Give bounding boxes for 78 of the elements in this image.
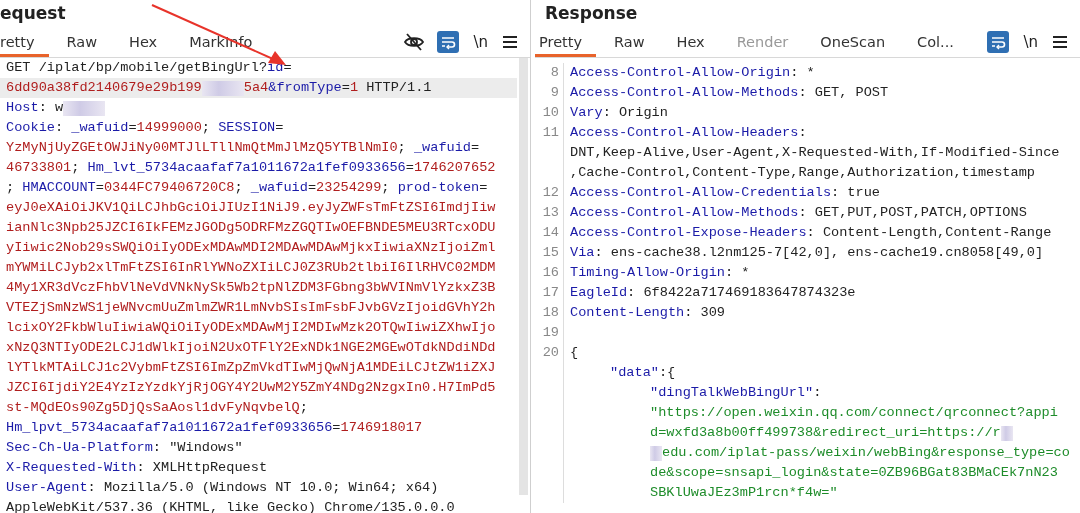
tab[interactable]: Pretty — [535, 26, 596, 57]
code-line: st-MQdEOs90Zg5DjQsSaAosl1dvFyNqvbelQ; — [6, 400, 308, 415]
code-line: ,Cache-Control,Content-Type,Range,Authorization,timestamp — [570, 165, 1035, 180]
redacted-blur — [650, 445, 662, 461]
word-wrap-icon[interactable] — [437, 30, 460, 53]
code-line: 4My1XR3dVczFhbVlNeVdVNkNySk5Wb2tpNlZDM3FGbng3bWVINmVlYzkxZ3B — [6, 280, 496, 295]
line-number: 16 — [542, 265, 559, 280]
code-line: de&scope=snsapi_login&state=0ZB96BGat83BMaCEk7nN23 — [650, 465, 1058, 480]
code-line: lYTlkMTAiLCJ1c2VybmFtZSI6ImZpZmVkdTIwMjQwNjA1MDEiLCJtZW1iZXJ — [6, 360, 496, 375]
code-line: Access-Control-Allow-Credentials: true — [570, 185, 880, 200]
code-line: { — [570, 345, 579, 360]
code-line: Access-Control-Allow-Methods: GET, POST — [570, 85, 889, 100]
panel-title: Response — [544, 2, 639, 25]
code-line: yIiwic2Nob29sSWQiOiIyODExMDAwMDI2MDAwMDAwMjkxIiwiaXNzIjoiZml — [6, 240, 496, 255]
code-line: X-Requested-With: XMLHttpRequest — [6, 460, 268, 475]
line-number: 8 — [550, 65, 559, 80]
line-number: 15 — [542, 245, 559, 260]
code-line: eyJ0eXAiOiJKV1QiLCJhbGciOiJIUzI1NiJ9.eyJyZWFsTmFtZSI6ImdjIiw — [6, 200, 496, 215]
code-line: VTEZjSmNzWS1jeWNvcmUuZmlmZWR1LmNvbSIsImFsbFJvbGVzIjoidGVhY2h — [6, 300, 496, 315]
line-number: 11 — [542, 125, 559, 140]
word-wrap-icon[interactable] — [987, 30, 1010, 53]
code-line: lcixOY2FkbWluIiwiaWQiOiIyODExMDAwMjI2MDIwMzk2OTQwIiwiZXhwIjo — [6, 320, 496, 335]
code-line: ianNlc3Npb25JZCI6IkFEMzJGODg5ODRFMzZGQTIwOEFBNDE5MEU3RTcxODU — [6, 220, 496, 235]
code-text: 5a4&fromType=1 HTTP/1.1 — [243, 79, 432, 97]
line-number: 13 — [542, 205, 559, 220]
code-line: Sec-Ch-Ua-Platform: "Windows" — [6, 440, 243, 455]
newline-toggle[interactable]: \n — [471, 32, 490, 51]
redacted-blur — [1000, 425, 1013, 441]
code-line: EagleId: 6f8422a717469183647874323e — [570, 285, 856, 300]
tab[interactable]: Col... — [903, 26, 968, 57]
line-number: 20 — [542, 345, 559, 360]
code-text: edu.com/iplat-pass/weixin/webBing&response_type=co — [662, 444, 1070, 462]
code-line: Access-Control-Allow-Origin: * — [570, 65, 815, 80]
code-line: Access-Control-Expose-Headers: Content-Length,Content-Range — [570, 225, 1052, 240]
redacted-blur — [63, 100, 106, 116]
code-text: 6dd90a38fd2140679e29b199 — [6, 79, 202, 97]
line-number: 18 — [542, 305, 559, 320]
code-line: AppleWebKit/537.36 (KHTML, like Gecko) Chrome/135.0.0.0 — [6, 500, 455, 513]
scrollbar[interactable] — [519, 58, 528, 495]
newline-toggle[interactable]: \n — [1021, 32, 1040, 51]
menu-icon[interactable] — [502, 34, 518, 49]
code-line: mYWMiLCJyb2xlTmFtZSI6InRlYWNoZXIiLCJ0Z3RUb2tlbiI6IlRHVC02MDM — [6, 260, 496, 275]
line-number: 12 — [542, 185, 559, 200]
tab[interactable]: Raw — [52, 26, 112, 57]
tab[interactable]: Hex — [115, 26, 172, 57]
code-text: d=wxfd3a8b00ff499738&redirect_uri=https://r — [650, 424, 1001, 442]
code-line: xNzQ3NTIyODE2LCJ1dWlkIjoiN2UxOTFlY2ExNDk1NGE2MGEwOTdkNDdiNDd — [6, 340, 496, 355]
code-line: YzMyNjUyZGEtOWJiNy00MTJlLTllNmQtMmJlMzQ5YTBlNmI0; _wafuid= — [6, 140, 480, 155]
line-number: 9 — [550, 85, 559, 100]
code-line: Access-Control-Allow-Headers: — [570, 125, 807, 140]
code-line: Via: ens-cache38.l2nm125-7[42,0], ens-cache19.cn8058[49,0] — [570, 245, 1044, 260]
code-line: Content-Length: 309 — [570, 305, 725, 320]
line-number: 14 — [542, 225, 559, 240]
line-number: 19 — [542, 325, 559, 340]
tab[interactable]: retty — [0, 26, 49, 57]
code-line: DNT,Keep-Alive,User-Agent,X-Requested-With,If-Modified-Since — [570, 145, 1060, 160]
code-line: Timing-Allow-Origin: * — [570, 265, 750, 280]
redacted-blur — [201, 80, 244, 96]
code-line: Hm_lpvt_5734acaafaf7a1011672a1fef0933656=1746918017 — [6, 420, 423, 435]
code-line: SBKlUwaJEz3mP1rcn*f4w=" — [650, 485, 838, 500]
code-line: "https://open.weixin.qq.com/connect/qrconnect?appi — [650, 405, 1058, 420]
code-line: "data":{ — [610, 365, 676, 380]
code-line: User-Agent: Mozilla/5.0 (Windows NT 10.0; Win64; x64) — [6, 480, 439, 495]
code-line: Access-Control-Allow-Methods: GET,PUT,POST,PATCH,OPTIONS — [570, 205, 1027, 220]
code-text: Host: w — [6, 99, 64, 117]
line-number: 17 — [542, 285, 559, 300]
code-line: "dingTalkWebBingUrl": — [650, 385, 822, 400]
line-number: 10 — [542, 105, 559, 120]
tab[interactable]: Hex — [662, 26, 719, 57]
code-line: ; HMACCOUNT=0344FC79406720C8; _wafuid=23254299; prod-token= — [6, 180, 488, 195]
panel-title: equest — [0, 2, 67, 25]
code-line: Vary: Origin — [570, 105, 668, 120]
tab[interactable]: OneScan — [806, 26, 900, 57]
code-line: 46733801; Hm_lvt_5734acaafaf7a1011672a1fef0933656=1746207652 — [6, 160, 496, 175]
tab[interactable]: Raw — [600, 26, 659, 57]
menu-icon[interactable] — [1052, 34, 1068, 49]
code-line: JZCI6IjdiY2E4YzIzYzdkYjRjOGY4Y2UwM2Y5ZmY4NDg2NzgxIn0.H7ImPd5 — [6, 380, 496, 395]
code-line: Cookie: _wafuid=14999000; SESSION= — [6, 120, 284, 135]
